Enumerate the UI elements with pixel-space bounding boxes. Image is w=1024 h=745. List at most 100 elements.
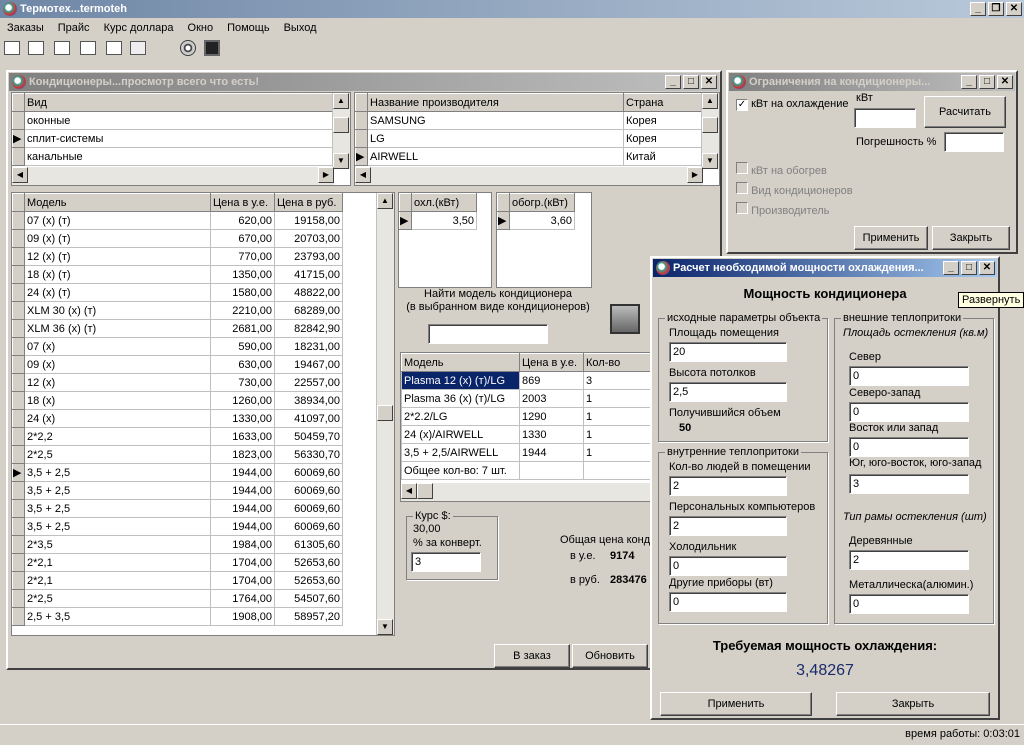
minimize-button[interactable]: _: [970, 2, 986, 16]
model-row[interactable]: 2*3,5 1984,00 61305,60: [12, 535, 343, 554]
open-icon[interactable]: [4, 41, 20, 55]
scroll-right-button[interactable]: ▶: [687, 167, 703, 183]
scroll-down-button[interactable]: ▼: [377, 619, 393, 635]
model-row[interactable]: 12 (x) 730,00 22557,00: [12, 373, 343, 392]
column-header[interactable]: Модель: [24, 193, 211, 212]
order-row[interactable]: Plasma 12 (x) (т)/LG 869 3: [401, 371, 653, 390]
menu-item-1[interactable]: Прайс: [51, 20, 97, 38]
model-row[interactable]: 09 (x) 630,00 19467,00: [12, 355, 343, 374]
model-row[interactable]: 24 (x) (т) 1580,00 48822,00: [12, 283, 343, 302]
scroll-right-button[interactable]: ▶: [318, 167, 334, 183]
maker-header-row[interactable]: Название производителя Страна: [355, 93, 703, 112]
model-row[interactable]: 2*2,1 1704,00 52653,60: [12, 553, 343, 572]
maker-row[interactable]: LG Корея: [355, 129, 703, 148]
north-input[interactable]: 0: [849, 366, 969, 386]
menu-item-3[interactable]: Окно: [181, 20, 221, 38]
calc-apply-button[interactable]: Применить: [660, 692, 812, 716]
folder-icon[interactable]: [130, 41, 146, 55]
limits-close-button[interactable]: Закрыть: [932, 226, 1010, 250]
column-header[interactable]: Страна: [623, 93, 703, 112]
model-row[interactable]: 07 (x) (т) 620,00 19158,00: [12, 211, 343, 230]
limits-apply-button[interactable]: Применить: [854, 226, 928, 250]
maker-row[interactable]: ▶ AIRWELL Китай: [355, 147, 703, 166]
order-row[interactable]: 24 (x)/AIRWELL 1330 1: [401, 425, 653, 444]
column-header[interactable]: Название производителя: [367, 93, 624, 112]
kind-row[interactable]: ▶ сплит-системы: [12, 129, 334, 148]
model-row[interactable]: 2,5 + 3,5 1908,00 58957,20: [12, 607, 343, 626]
menu-item-4[interactable]: Помощь: [220, 20, 277, 38]
maximize-button[interactable]: □: [961, 261, 977, 275]
column-header[interactable]: Модель: [401, 353, 520, 372]
kind-header-row[interactable]: Вид: [12, 93, 334, 112]
model-row[interactable]: 2*2,2 1633,00 50459,70: [12, 427, 343, 446]
minimize-button[interactable]: _: [665, 75, 681, 89]
model-row[interactable]: 3,5 + 2,5 1944,00 60069,60: [12, 481, 343, 500]
model-row[interactable]: 3,5 + 2,5 1944,00 60069,60: [12, 517, 343, 536]
column-header[interactable]: Цена в руб.: [274, 193, 343, 212]
scroll-thumb[interactable]: [333, 117, 349, 133]
scroll-thumb[interactable]: [702, 117, 718, 133]
order-row[interactable]: 3,5 + 2,5/AIRWELL 1944 1: [401, 443, 653, 462]
south-input[interactable]: 3: [849, 474, 969, 494]
order-total-row[interactable]: Общее кол-во: 7 шт.: [401, 461, 653, 480]
print-preview-icon[interactable]: [54, 41, 70, 55]
model-row[interactable]: 3,5 + 2,5 1944,00 60069,60: [12, 499, 343, 518]
cooler-icon[interactable]: [204, 40, 220, 56]
kind-checkbox[interactable]: [736, 182, 748, 194]
model-row[interactable]: 24 (x) 1330,00 41097,00: [12, 409, 343, 428]
close-button[interactable]: ✕: [701, 75, 717, 89]
scroll-up-button[interactable]: ▲: [702, 93, 718, 109]
column-header[interactable]: Вид: [24, 93, 334, 112]
minimize-button[interactable]: _: [961, 75, 977, 89]
order-header-row[interactable]: Модель Цена в у.е. Кол-во: [401, 353, 653, 372]
east-west-input[interactable]: 0: [849, 437, 969, 457]
kind-row[interactable]: оконные: [12, 111, 334, 130]
other-devices-input[interactable]: 0: [669, 592, 787, 612]
calculate-button[interactable]: Расчитать: [924, 96, 1006, 128]
pc-input[interactable]: 2: [669, 516, 787, 536]
maker-checkbox-row[interactable]: Производитель: [736, 202, 829, 217]
cooling-checkbox[interactable]: ✓: [736, 99, 748, 111]
scroll-down-button[interactable]: ▼: [702, 153, 718, 169]
maker-row[interactable]: SAMSUNG Корея: [355, 111, 703, 130]
kind-checkbox-row[interactable]: Вид кондиционеров: [736, 182, 853, 197]
models-header-row[interactable]: Модель Цена в у.е. Цена в руб.: [12, 193, 343, 212]
people-input[interactable]: 2: [669, 476, 787, 496]
column-header[interactable]: Цена в у.е.: [519, 353, 584, 372]
model-row[interactable]: XLM 30 (x) (т) 2210,00 68289,00: [12, 301, 343, 320]
minimize-button[interactable]: _: [943, 261, 959, 275]
height-input[interactable]: 2,5: [669, 382, 787, 402]
scroll-up-button[interactable]: ▲: [333, 93, 349, 109]
scroll-thumb[interactable]: [417, 483, 433, 499]
order-row[interactable]: 2*2.2/LG 1290 1: [401, 407, 653, 426]
cooling-value[interactable]: 3,50: [411, 211, 477, 230]
scroll-down-button[interactable]: ▼: [333, 153, 349, 169]
preview-icon[interactable]: [28, 41, 44, 55]
column-header[interactable]: Кол-во: [583, 353, 653, 372]
model-row[interactable]: 2*2,5 1764,00 54507,60: [12, 589, 343, 608]
copy-icon[interactable]: [106, 41, 122, 55]
heating-value[interactable]: 3,60: [509, 211, 575, 230]
kw-input[interactable]: [854, 108, 916, 128]
scroll-left-button[interactable]: ◀: [355, 167, 371, 183]
scroll-left-button[interactable]: ◀: [401, 483, 417, 499]
close-button[interactable]: ✕: [997, 75, 1013, 89]
scroll-up-button[interactable]: ▲: [377, 193, 393, 209]
refresh-button[interactable]: Обновить: [572, 644, 648, 668]
menu-item-2[interactable]: Курс доллара: [97, 20, 181, 38]
heating-checkbox-row[interactable]: кВт на обогрев: [736, 162, 827, 177]
maximize-button[interactable]: □: [979, 75, 995, 89]
menu-item-5[interactable]: Выход: [277, 20, 324, 38]
model-row[interactable]: 18 (x) 1260,00 38934,00: [12, 391, 343, 410]
model-row[interactable]: 2*2,5 1823,00 56330,70: [12, 445, 343, 464]
restore-button[interactable]: ❐: [988, 2, 1004, 16]
convert-input[interactable]: 3: [411, 552, 481, 572]
kind-row[interactable]: канальные: [12, 147, 334, 166]
model-row[interactable]: XLM 36 (x) (т) 2681,00 82842,90: [12, 319, 343, 338]
heating-checkbox[interactable]: [736, 162, 748, 174]
model-row[interactable]: ▶ 3,5 + 2,5 1944,00 60069,60: [12, 463, 343, 482]
maximize-button[interactable]: □: [683, 75, 699, 89]
column-header[interactable]: Цена в у.е.: [210, 193, 275, 212]
area-input[interactable]: 20: [669, 342, 787, 362]
model-row[interactable]: 09 (x) (т) 670,00 20703,00: [12, 229, 343, 248]
